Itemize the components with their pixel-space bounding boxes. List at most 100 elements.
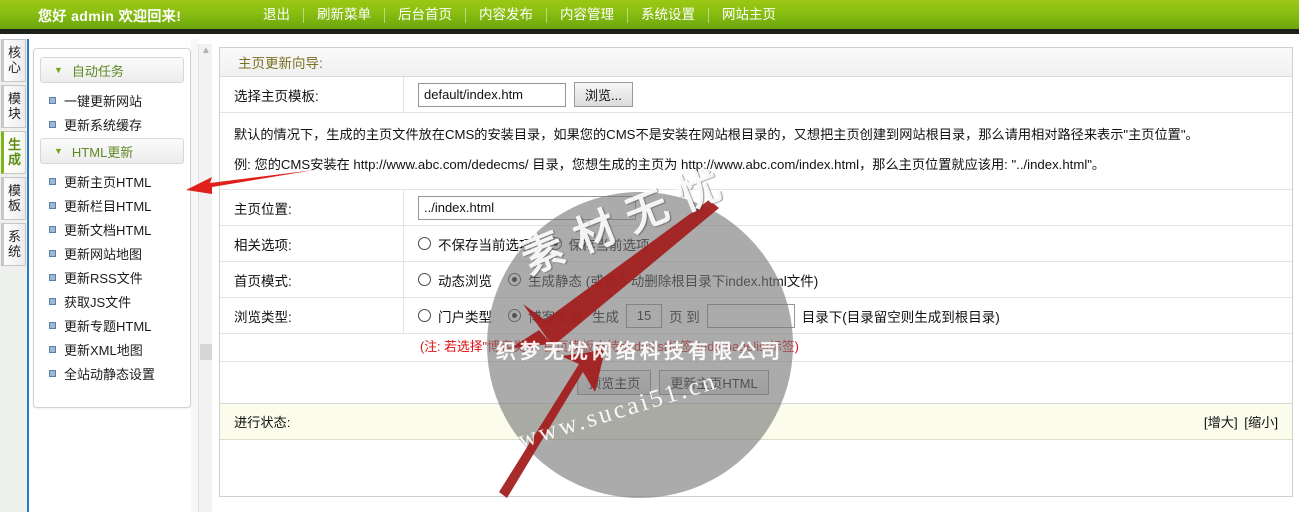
vertical-tab-char: 统 (7, 244, 21, 259)
zoom-in-link[interactable]: [增大] (1204, 415, 1238, 430)
bullet-icon (49, 369, 56, 377)
nav-item-6[interactable]: 网站主页 (709, 7, 789, 23)
row-select-template: 选择主页模板: 浏览... (220, 77, 1292, 113)
nav-item-3[interactable]: 内容发布 (466, 7, 546, 23)
page-count-input[interactable] (626, 303, 662, 328)
cell-browse-type: 门户类型 博客类型 生成 页 到 目录下(目录留空则生成到根目录) (404, 303, 1292, 328)
update-home-html-button[interactable]: 更新主页HTML (659, 370, 769, 395)
radio-icon-selected[interactable] (508, 309, 521, 322)
sidebar-item-1-8[interactable]: 全站动静态设置 (39, 361, 185, 385)
sidebar-item-label: 更新系统缓存 (64, 117, 143, 133)
sidebar-item-0-0[interactable]: 一键更新网站 (39, 88, 185, 112)
sidebar-item-1-1[interactable]: 更新栏目HTML (39, 193, 185, 217)
top-header-bar: 您好 admin 欢迎回来! 退出 刷新菜单 后台首页 内容发布 内容管理 系统设置 网站主… (0, 0, 1299, 34)
sidebar-item-1-4[interactable]: 更新RSS文件 (39, 265, 185, 289)
blog-type-note: (注: 若选择"博客类型"首页模板支持dede:list标签dede:pagel… (220, 334, 1292, 362)
bullet-icon (49, 177, 56, 185)
radio-label: 不保存当前选项 (438, 237, 533, 253)
radio-option-portal[interactable]: 门户类型 (418, 306, 492, 326)
radio-icon-selected[interactable] (508, 273, 521, 286)
sidebar-item-label: 全站动静态设置 (64, 366, 156, 382)
vertical-tab-char: 模 (7, 91, 21, 106)
bullet-icon (49, 345, 56, 353)
sidebar-item-1-2[interactable]: 更新文档HTML (39, 217, 185, 241)
radio-option-save[interactable]: 保存当前选项 (548, 234, 650, 254)
log-output-area (220, 440, 1292, 496)
cell-home-mode: 动态浏览 生成静态 (或者手动删除根目录下index.html文件) (404, 270, 1292, 290)
sidebar-scrollbar[interactable]: ▲ (198, 44, 212, 512)
radio-icon[interactable] (418, 309, 431, 322)
sidebar-group-header-1[interactable]: ▼ HTML更新 (40, 138, 184, 164)
chevron-down-icon[interactable]: ▼ (54, 65, 63, 75)
label-home-mode: 首页模式: (220, 262, 404, 297)
generate-prefix-text: 生成 (592, 309, 619, 325)
radio-label: 门户类型 (438, 309, 492, 325)
zoom-out-link[interactable]: [缩小] (1244, 415, 1278, 430)
description-line-1: 默认的情况下，生成的主页文件放在CMS的安装目录，如果您的CMS不是安装在网站根… (234, 127, 1199, 142)
target-directory-input[interactable] (706, 303, 795, 328)
welcome-message: 您好 admin 欢迎回来! (38, 8, 182, 24)
label-browse-type: 浏览类型: (220, 298, 404, 333)
cell-home-position (404, 195, 1292, 220)
sidebar-item-1-7[interactable]: 更新XML地图 (39, 337, 185, 361)
browse-button[interactable]: 浏览... (574, 82, 633, 107)
nav-item-4[interactable]: 内容管理 (547, 7, 627, 23)
radio-option-blog[interactable]: 博客类型 (508, 306, 582, 326)
vertical-tab-char: 生 (7, 137, 21, 152)
bullet-icon (49, 249, 56, 257)
radio-option-no-save[interactable]: 不保存当前选项 (418, 234, 533, 254)
sidebar-item-label: 一键更新网站 (64, 93, 143, 109)
description-block: 默认的情况下，生成的主页文件放在CMS的安装目录，如果您的CMS不是安装在网站根… (220, 113, 1292, 190)
scrollbar-thumb[interactable] (200, 344, 212, 360)
chevron-down-icon[interactable]: ▼ (54, 146, 63, 156)
template-path-input[interactable] (418, 82, 566, 107)
nav-item-5[interactable]: 系统设置 (628, 7, 708, 23)
radio-icon[interactable] (418, 273, 431, 286)
description-line-2: 例: 您的CMS安装在 http://www.abc.com/dedecms/ … (234, 157, 1106, 172)
chevron-up-icon[interactable]: ▲ (199, 44, 213, 58)
radio-icon-selected[interactable] (548, 237, 562, 250)
sidebar-item-label: 更新网站地图 (64, 246, 143, 262)
sidebar-item-label: 更新文档HTML (64, 222, 152, 238)
radio-option-dynamic[interactable]: 动态浏览 (418, 270, 492, 290)
home-position-input[interactable] (418, 195, 636, 220)
vertical-tab-3[interactable]: 模板 (1, 177, 26, 220)
vertical-tab-1[interactable]: 模块 (1, 85, 26, 128)
vertical-tab-char: 系 (7, 229, 21, 244)
vertical-tab-char: 核 (7, 45, 21, 60)
cell-related-options: 不保存当前选项 保存当前选项 (404, 234, 1292, 254)
sidebar-item-label: 更新专题HTML (64, 318, 152, 334)
label-home-position: 主页位置: (220, 190, 404, 225)
row-home-mode: 首页模式: 动态浏览 生成静态 (或者手动删除根目录下index.html文件) (220, 262, 1292, 298)
bullet-icon (49, 321, 56, 329)
row-home-position: 主页位置: (220, 190, 1292, 226)
sidebar-item-label: 更新主页HTML (64, 174, 152, 190)
row-browse-type: 浏览类型: 门户类型 博客类型 生成 页 到 目录下(目录留空则生成到根目录) (220, 298, 1292, 334)
admin-page: 您好 admin 欢迎回来! 退出 刷新菜单 后台首页 内容发布 内容管理 系统设置 网站主… (0, 0, 1299, 512)
nav-item-2[interactable]: 后台首页 (385, 7, 465, 23)
vertical-tab-2[interactable]: 生成 (1, 131, 26, 174)
sidebar-item-1-6[interactable]: 更新专题HTML (39, 313, 185, 337)
zoom-links: [增大] [缩小] (1201, 412, 1278, 431)
radio-label: 博客类型 (528, 309, 582, 325)
vertical-tab-0[interactable]: 核心 (1, 39, 26, 82)
bullet-icon (49, 96, 56, 104)
sidebar-menu-panel: ▼ 自动任务一键更新网站 更新系统缓存 ▼ HTML更新更新主页HTML 更新栏目HTML… (33, 48, 191, 408)
sidebar-column-background (191, 39, 198, 512)
radio-icon[interactable] (418, 237, 431, 250)
sidebar-group-label: HTML更新 (71, 144, 134, 160)
nav-item-1[interactable]: 刷新菜单 (304, 7, 384, 23)
vertical-tab-char: 块 (7, 106, 21, 121)
vertical-tab-char: 心 (7, 60, 21, 75)
radio-option-static[interactable]: 生成静态 (或者手动删除根目录下index.html文件) (508, 270, 818, 290)
sidebar-item-1-0[interactable]: 更新主页HTML (39, 169, 185, 193)
nav-item-0[interactable]: 退出 (250, 7, 303, 23)
bullet-icon (49, 201, 56, 209)
preview-home-button[interactable]: 预览主页 (577, 370, 652, 395)
vertical-tab-4[interactable]: 系统 (1, 223, 26, 266)
sidebar-item-1-5[interactable]: 获取JS文件 (39, 289, 185, 313)
top-navigation: 退出 刷新菜单 后台首页 内容发布 内容管理 系统设置 网站主页 (250, 7, 789, 23)
sidebar-item-1-3[interactable]: 更新网站地图 (39, 241, 185, 265)
sidebar-group-header-0[interactable]: ▼ 自动任务 (40, 57, 184, 83)
sidebar-item-0-1[interactable]: 更新系统缓存 (39, 112, 185, 136)
